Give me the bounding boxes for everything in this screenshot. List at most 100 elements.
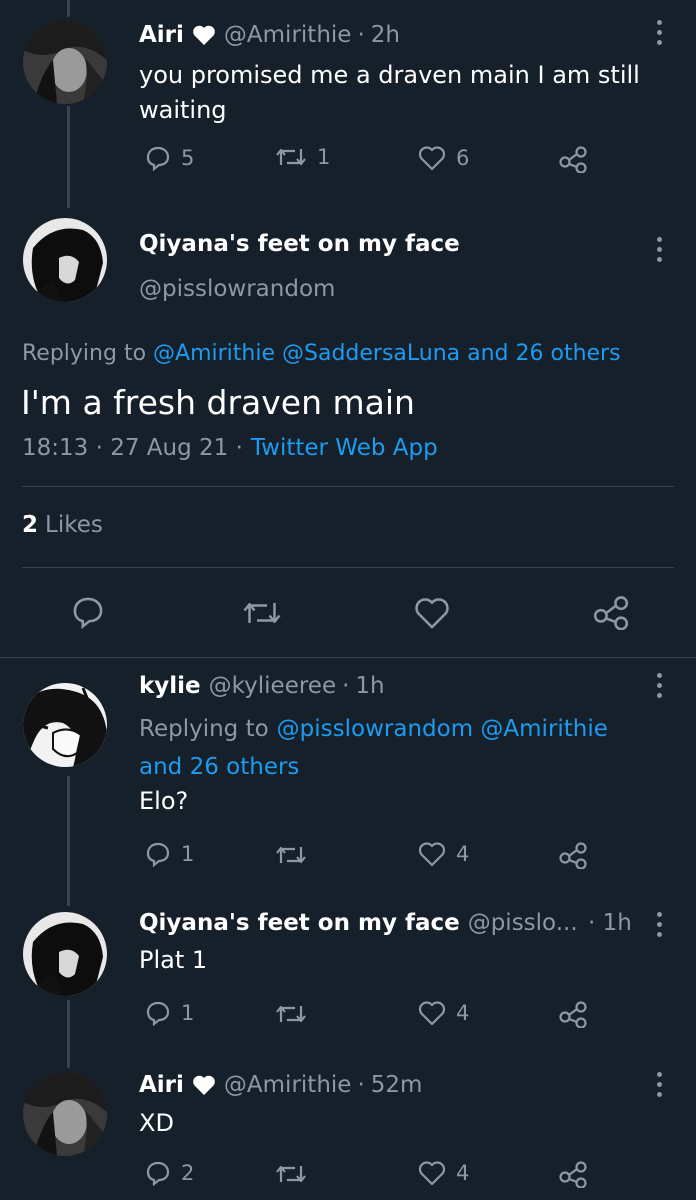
reply-icon <box>73 597 103 629</box>
display-name[interactable]: kylie <box>139 673 201 699</box>
reply-icon <box>146 146 170 171</box>
timestamp[interactable]: · 1h <box>588 910 632 936</box>
thread-line-top <box>67 0 70 17</box>
retweet-icon <box>276 148 306 166</box>
reply-button[interactable]: 5 <box>145 145 194 171</box>
avatar-kylie[interactable] <box>23 683 107 767</box>
divider <box>0 657 696 658</box>
divider <box>22 486 674 487</box>
like-button[interactable]: 4 <box>418 841 469 867</box>
main-tweet-text: I'm a fresh draven main <box>21 383 415 422</box>
heart-icon <box>415 598 449 629</box>
main-replying-to: Replying to @Amirithie @SaddersaLuna and… <box>22 341 621 366</box>
like-count: 6 <box>456 146 470 170</box>
tweet-text-line: you promised me a draven main I am still <box>139 61 640 89</box>
retweet-icon <box>276 1005 306 1023</box>
main-timestamp[interactable]: 18:13 · 27 Aug 21 · <box>22 435 243 461</box>
tweet-3-header: Qiyana's feet on my face @pisslo... <box>139 910 578 936</box>
handle[interactable]: @Amirithie <box>224 22 352 48</box>
heart-icon <box>418 842 446 867</box>
share-button[interactable] <box>558 1000 588 1028</box>
retweet-button[interactable] <box>275 843 307 867</box>
tweet-4-header: Airi @Amirithie · 52m <box>139 1072 422 1098</box>
thread-line-3 <box>67 1000 70 1068</box>
avatar-airi[interactable] <box>23 1072 107 1156</box>
tweet-2-text: Elo? <box>139 787 189 815</box>
more-options-icon[interactable] <box>655 673 663 703</box>
main-likes-stat[interactable]: 2 Likes <box>22 512 103 538</box>
divider <box>22 567 674 568</box>
timestamp[interactable]: 1h <box>355 673 384 699</box>
share-icon <box>559 842 587 869</box>
more-options-icon[interactable] <box>655 1072 663 1102</box>
share-button[interactable] <box>558 1160 588 1188</box>
tweet-2-replying-to: Replying to @pisslowrandom @Amirithie an… <box>139 710 669 786</box>
tweet-1-text: you promised me a draven main I am still… <box>139 58 669 128</box>
tweet-2-header: kylie @kylieeree · 1h <box>139 673 385 699</box>
retweet-icon <box>243 603 281 623</box>
reply-count: 1 <box>181 842 195 866</box>
heart-emoji-icon <box>192 1074 216 1096</box>
share-button[interactable] <box>558 145 588 173</box>
main-share-button[interactable] <box>592 594 630 630</box>
heart-emoji-icon <box>192 24 216 46</box>
reply-count: 2 <box>181 1161 195 1185</box>
tweet-source-link[interactable]: Twitter Web App <box>251 435 438 461</box>
like-count: 4 <box>456 1001 470 1025</box>
like-button[interactable]: 6 <box>418 145 469 171</box>
main-meta: 18:13 · 27 Aug 21 · Twitter Web App <box>22 435 438 461</box>
main-display-name[interactable]: Qiyana's feet on my face <box>139 231 460 257</box>
display-name[interactable]: Airi <box>139 22 184 48</box>
separator-dot: · <box>342 673 350 699</box>
thread-line-1 <box>67 106 70 208</box>
share-icon <box>559 1001 587 1028</box>
like-count: 4 <box>456 1161 470 1185</box>
heart-icon <box>418 146 446 171</box>
timestamp[interactable]: 52m <box>371 1072 423 1098</box>
avatar-airi[interactable] <box>23 20 107 104</box>
likes-label: Likes <box>45 512 103 538</box>
separator-dot: · <box>357 22 365 48</box>
reply-count: 1 <box>181 1001 195 1025</box>
avatar-pisslowrandom[interactable] <box>23 912 107 996</box>
timestamp[interactable]: 2h <box>371 22 400 48</box>
avatar-pisslowrandom[interactable] <box>23 218 107 302</box>
share-icon <box>593 596 629 630</box>
separator-dot: · <box>357 1072 365 1098</box>
more-options-icon[interactable] <box>655 20 663 50</box>
thread-line-2 <box>67 776 70 906</box>
reply-icon <box>146 1001 170 1026</box>
tweet-4-text: XD <box>139 1109 174 1137</box>
replying-to-users-link[interactable]: @pisslowrandom @Amirithie <box>277 710 608 748</box>
retweet-button[interactable] <box>275 1002 307 1026</box>
handle[interactable]: @pisslo... <box>468 910 578 936</box>
reply-button[interactable]: 1 <box>145 1000 194 1026</box>
like-button[interactable]: 4 <box>418 1000 469 1026</box>
more-options-icon[interactable] <box>655 237 663 267</box>
tweet-3-text: Plat 1 <box>139 946 208 974</box>
replying-to-users-link[interactable]: @Amirithie @SaddersaLuna and 26 others <box>153 341 621 366</box>
replying-to-label: Replying to <box>139 716 269 742</box>
display-name[interactable]: Qiyana's feet on my face <box>139 910 460 936</box>
tweet-text-line: waiting <box>139 96 227 124</box>
main-handle[interactable]: @pisslowrandom <box>139 276 335 302</box>
heart-icon <box>418 1001 446 1026</box>
display-name[interactable]: Airi <box>139 1072 184 1098</box>
retweet-button[interactable] <box>275 1162 307 1186</box>
more-options-icon[interactable] <box>655 912 663 942</box>
share-icon <box>559 146 587 173</box>
share-button[interactable] <box>558 841 588 869</box>
retweet-icon <box>276 846 306 864</box>
main-reply-button[interactable] <box>71 595 105 629</box>
main-like-button[interactable] <box>414 596 450 630</box>
like-button[interactable]: 4 <box>418 1160 469 1186</box>
reply-count: 5 <box>181 146 195 170</box>
retweet-button[interactable]: 1 <box>275 145 330 169</box>
handle[interactable]: @kylieeree <box>209 673 336 699</box>
reply-button[interactable]: 2 <box>145 1160 194 1186</box>
reply-button[interactable]: 1 <box>145 841 194 867</box>
handle[interactable]: @Amirithie <box>224 1072 352 1098</box>
main-retweet-button[interactable] <box>242 598 282 628</box>
replying-to-others-link[interactable]: and 26 others <box>139 748 669 786</box>
reply-icon <box>146 842 170 867</box>
